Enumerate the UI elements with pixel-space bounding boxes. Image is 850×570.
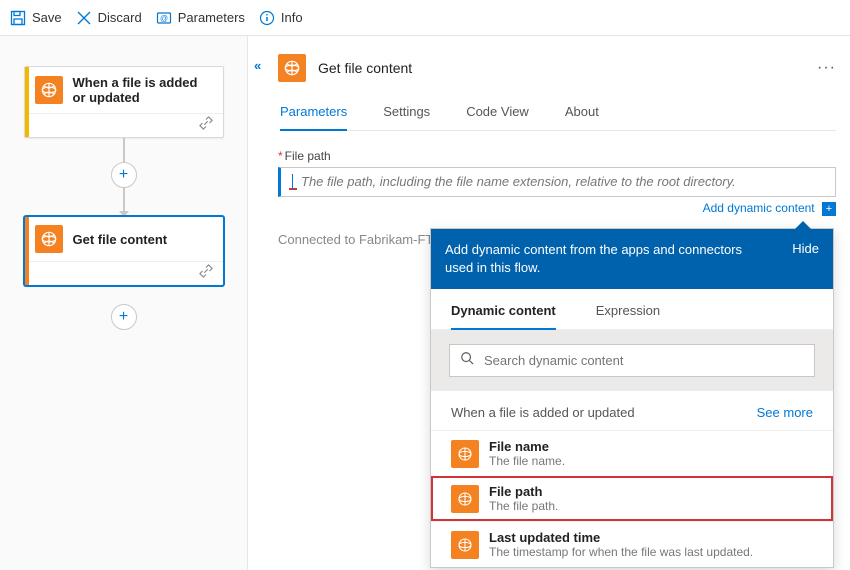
search-box[interactable] — [449, 344, 815, 377]
flow-canvas: When a file is added or updated + — [0, 36, 248, 570]
tab-parameters[interactable]: Parameters — [280, 104, 347, 131]
add-step-button[interactable]: + — [111, 304, 137, 330]
plus-icon[interactable]: + — [822, 202, 836, 216]
item-title: File path — [489, 484, 558, 499]
card-accent — [25, 67, 29, 137]
connection-icon — [199, 264, 213, 283]
item-title: Last updated time — [489, 530, 753, 545]
search-icon — [460, 351, 474, 370]
dynamic-item-file-path[interactable]: File path The file path. — [431, 476, 833, 521]
tab-settings[interactable]: Settings — [383, 104, 430, 130]
hide-button[interactable]: Hide — [792, 241, 819, 256]
trigger-title: When a file is added or updated — [73, 75, 213, 105]
ftp-icon — [278, 54, 306, 82]
ftp-icon — [451, 485, 479, 513]
group-title: When a file is added or updated — [451, 405, 635, 420]
ftp-icon — [35, 76, 63, 104]
action-card-get-file-content[interactable]: Get file content — [24, 216, 224, 286]
parameters-label: Parameters — [178, 10, 245, 25]
parameters-icon: @ — [156, 10, 172, 26]
save-icon — [10, 10, 26, 26]
flow-connector — [123, 138, 125, 162]
info-button[interactable]: Info — [259, 10, 303, 26]
tab-code-view[interactable]: Code View — [466, 104, 529, 130]
popover-header-text: Add dynamic content from the apps and co… — [445, 241, 755, 277]
ftp-icon — [451, 440, 479, 468]
file-path-input[interactable]: The file path, including the file name e… — [278, 167, 836, 197]
dynamic-item-last-updated[interactable]: Last updated time The timestamp for when… — [431, 521, 833, 567]
ftp-icon — [35, 225, 63, 253]
tab-expression[interactable]: Expression — [596, 303, 660, 329]
see-more-link[interactable]: See more — [757, 405, 813, 420]
close-icon — [76, 10, 92, 26]
text-cursor — [289, 176, 297, 190]
command-bar: Save Discard @ Parameters Info — [0, 0, 850, 36]
save-label: Save — [32, 10, 62, 25]
discard-label: Discard — [98, 10, 142, 25]
tab-about[interactable]: About — [565, 104, 599, 130]
ftp-icon — [451, 531, 479, 559]
popover-caret — [795, 221, 811, 229]
dynamic-item-file-name[interactable]: File name The file name. — [431, 430, 833, 476]
item-desc: The file name. — [489, 454, 565, 468]
add-dynamic-content-link[interactable]: Add dynamic content — [703, 201, 815, 215]
item-title: File name — [489, 439, 565, 454]
file-path-label: *File path — [278, 149, 836, 163]
flow-connector — [123, 188, 125, 212]
detail-tabs: Parameters Settings Code View About — [280, 104, 836, 131]
parameters-button[interactable]: @ Parameters — [156, 10, 245, 26]
action-title: Get file content — [73, 232, 168, 247]
collapse-button[interactable]: « — [254, 58, 258, 73]
info-label: Info — [281, 10, 303, 25]
trigger-card[interactable]: When a file is added or updated — [24, 66, 224, 138]
search-input[interactable] — [484, 353, 804, 368]
save-button[interactable]: Save — [10, 10, 62, 26]
tab-dynamic-content[interactable]: Dynamic content — [451, 303, 556, 330]
connection-icon — [199, 116, 213, 135]
file-path-placeholder: The file path, including the file name e… — [301, 174, 736, 189]
svg-text:@: @ — [160, 14, 168, 23]
item-desc: The file path. — [489, 499, 558, 513]
add-step-button[interactable]: + — [111, 162, 137, 188]
item-desc: The timestamp for when the file was last… — [489, 545, 753, 559]
dynamic-content-popover: Add dynamic content from the apps and co… — [430, 228, 834, 568]
more-menu-button[interactable]: ··· — [817, 59, 836, 77]
card-accent — [25, 217, 29, 285]
discard-button[interactable]: Discard — [76, 10, 142, 26]
detail-title: Get file content — [318, 60, 412, 76]
info-icon — [259, 10, 275, 26]
